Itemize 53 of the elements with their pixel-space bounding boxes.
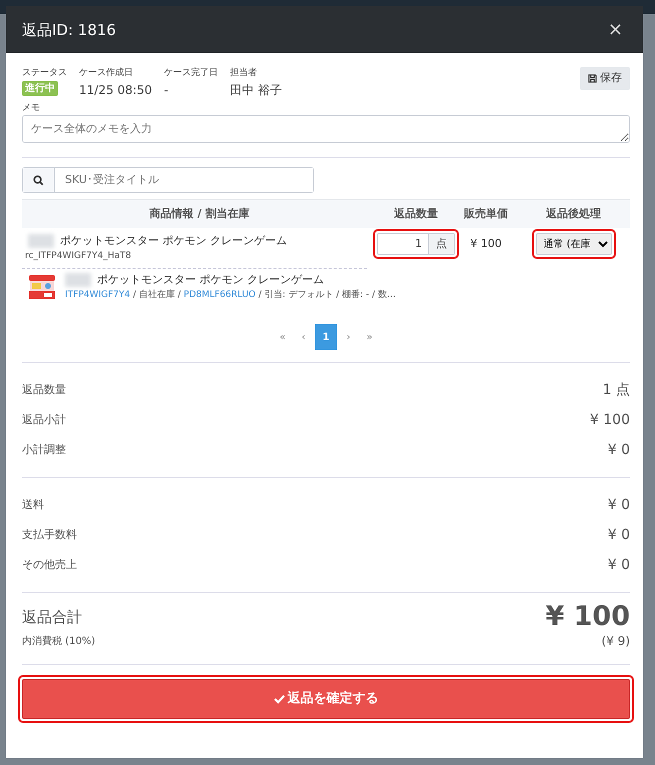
- sku-text: rc_ITFP4WIGF7Y4_HaT8: [24, 250, 132, 262]
- field-value: -: [164, 82, 170, 98]
- save-button[interactable]: 保存: [580, 67, 630, 90]
- memo-field[interactable]: ケース全体のメモを入力: [22, 115, 630, 143]
- field-label: ステータス: [22, 67, 67, 80]
- search-field[interactable]: SKU･受注タイトル: [22, 167, 314, 193]
- summary-label: その他売上: [22, 556, 77, 573]
- blurred-thumbnail: [28, 234, 54, 248]
- field-value: 田中 裕子: [230, 82, 282, 98]
- summary-value: ¥ 0: [608, 556, 630, 574]
- page-button[interactable]: 1: [315, 324, 337, 350]
- field-label: 担当者: [230, 67, 258, 80]
- stock-code-link[interactable]: ITFP4WIGF7Y4: [65, 290, 130, 300]
- column-header: 商品情報 / 割当在庫: [148, 206, 250, 222]
- summary-value: ¥ 100: [590, 410, 630, 430]
- page-button[interactable]: «: [273, 324, 292, 350]
- tax-value: (¥ 9): [602, 633, 630, 650]
- field-value: 11/25 08:50: [79, 82, 152, 98]
- stock-details: ITFP4WIGF7Y4 / 自社在庫 / PD8MLF66RLUO / 引当: デフォルト / 棚番: - / 数…: [65, 288, 396, 302]
- page-button[interactable]: ‹: [294, 324, 313, 350]
- column-header: 返品数量: [393, 206, 439, 222]
- total-label: 返品合計: [22, 606, 82, 628]
- summary-label: 返品小計: [22, 412, 66, 428]
- tax-label: 内消費税 (10%): [22, 634, 96, 648]
- price-text: ¥ 100: [469, 236, 503, 252]
- column-header: 返品後処理: [545, 206, 602, 222]
- location-link[interactable]: PD8MLF66RLUO: [184, 290, 256, 300]
- summary-value: ¥ 0: [608, 526, 630, 544]
- summary-value: ¥ 0: [608, 496, 630, 514]
- blurred-thumbnail: [65, 273, 91, 288]
- summary-label: 小計調整: [22, 442, 66, 458]
- stock-title: ポケットモンスター ポケモン クレーンゲーム: [97, 272, 324, 288]
- search-icon: [33, 174, 44, 186]
- product-title: ポケットモンスター ポケモン クレーンゲーム: [60, 233, 287, 249]
- total-value: ¥ 100: [545, 600, 630, 634]
- summary-label: 送料: [22, 496, 44, 513]
- summary-label: 支払手数料: [22, 526, 77, 543]
- field-label: ケース作成日: [79, 67, 134, 80]
- check-icon: [274, 694, 284, 704]
- save-icon: [588, 74, 597, 83]
- field-label: ケース完了日: [164, 67, 218, 80]
- page-button[interactable]: ›: [339, 324, 358, 350]
- summary-label: 返品数量: [22, 382, 66, 398]
- summary-value: 1 点: [602, 380, 630, 400]
- handling-dropdown[interactable]: 通常 (在庫: [536, 233, 612, 255]
- modal-title: 返品ID: 1816: [22, 20, 116, 38]
- status-badge: 進行中: [22, 80, 58, 96]
- close-button[interactable]: ×: [604, 16, 627, 43]
- column-header: 販売単価: [462, 206, 509, 222]
- page-button[interactable]: »: [360, 324, 379, 350]
- memo-label: メモ: [22, 102, 41, 114]
- confirm-button[interactable]: 返品を確定する: [22, 679, 630, 719]
- summary-value: ¥ 0: [608, 440, 630, 460]
